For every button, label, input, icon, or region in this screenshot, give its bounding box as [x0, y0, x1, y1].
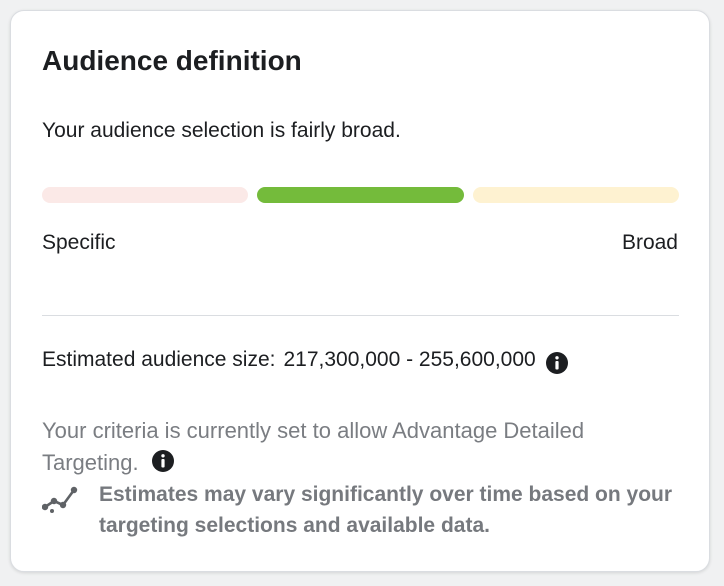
divider	[42, 315, 679, 316]
meter-label-broad: Broad	[621, 231, 678, 254]
meter-segment-specific	[42, 187, 249, 203]
card-title: Audience definition	[42, 45, 302, 76]
meter-segment-middle-active	[257, 187, 464, 203]
estimate-disclaimer-text: Estimates may vary significantly over ti…	[99, 483, 673, 537]
trend-line-icon	[41, 485, 82, 513]
audience-breadth-meter	[42, 187, 679, 203]
criteria-text: Your criteria is currently set to allow …	[42, 418, 585, 475]
audience-summary: Your audience selection is fairly broad.	[42, 119, 401, 142]
criteria-info-icon[interactable]	[151, 449, 175, 473]
criteria-note: Your criteria is currently set to allow …	[42, 415, 662, 479]
estimated-size-value: 217,300,000 - 255,600,000	[283, 348, 536, 371]
meter-label-specific: Specific	[42, 231, 116, 254]
meter-segment-broad	[472, 187, 679, 203]
info-icon[interactable]	[545, 351, 569, 375]
estimated-size-label: Estimated audience size:	[42, 348, 276, 371]
audience-definition-card: Audience definition Your audience select…	[10, 10, 710, 572]
estimated-audience-size-row: Estimated audience size: 217,300,000 - 2…	[42, 345, 569, 375]
